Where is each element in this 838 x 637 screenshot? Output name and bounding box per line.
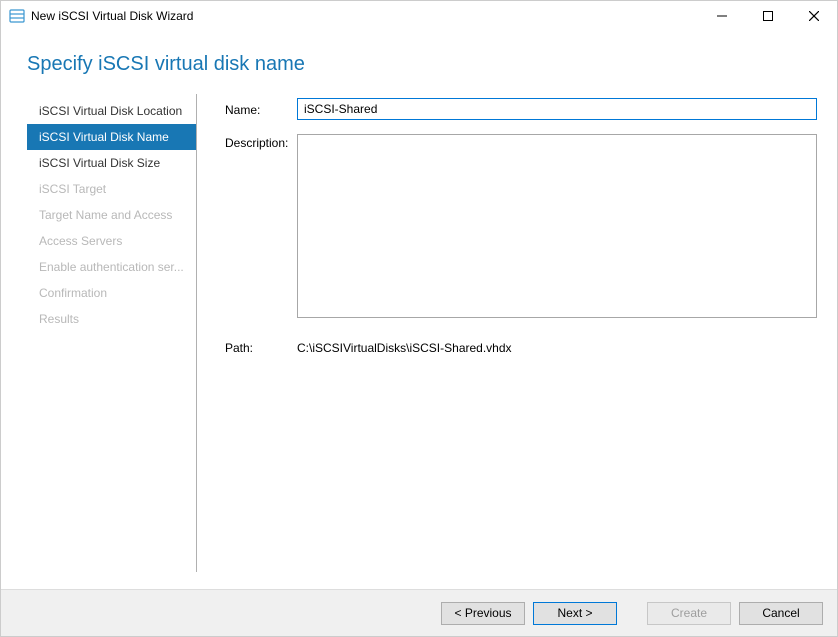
window-title: New iSCSI Virtual Disk Wizard: [31, 9, 193, 23]
minimize-button[interactable]: [699, 1, 745, 31]
form-panel: Name: Description: Path: C:\iSCSIVirtual…: [197, 94, 837, 572]
window-controls: [699, 1, 837, 31]
step-name[interactable]: iSCSI Virtual Disk Name: [27, 124, 196, 150]
row-path: Path: C:\iSCSIVirtualDisks\iSCSI-Shared.…: [225, 339, 817, 355]
step-access-servers: Access Servers: [27, 228, 196, 254]
previous-button[interactable]: < Previous: [441, 602, 525, 625]
step-size[interactable]: iSCSI Virtual Disk Size: [27, 150, 196, 176]
path-value: C:\iSCSIVirtualDisks\iSCSI-Shared.vhdx: [297, 339, 817, 355]
step-confirmation: Confirmation: [27, 280, 196, 306]
close-button[interactable]: [791, 1, 837, 31]
next-button[interactable]: Next >: [533, 602, 617, 625]
create-button: Create: [647, 602, 731, 625]
footer-bar: < Previous Next > Create Cancel: [1, 589, 837, 636]
row-description: Description:: [225, 134, 817, 321]
path-label: Path:: [225, 339, 297, 355]
app-icon: [9, 8, 25, 24]
name-input[interactable]: [297, 98, 817, 120]
content-area: iSCSI Virtual Disk Location iSCSI Virtua…: [1, 94, 837, 572]
step-results: Results: [27, 306, 196, 332]
step-target-name: Target Name and Access: [27, 202, 196, 228]
titlebar: New iSCSI Virtual Disk Wizard: [1, 1, 837, 31]
step-auth: Enable authentication ser...: [27, 254, 196, 280]
description-textarea[interactable]: [297, 134, 817, 318]
step-location[interactable]: iSCSI Virtual Disk Location: [27, 98, 196, 124]
wizard-steps-sidebar: iSCSI Virtual Disk Location iSCSI Virtua…: [27, 94, 197, 572]
cancel-button[interactable]: Cancel: [739, 602, 823, 625]
name-label: Name:: [225, 101, 297, 117]
row-name: Name:: [225, 98, 817, 120]
maximize-button[interactable]: [745, 1, 791, 31]
step-target: iSCSI Target: [27, 176, 196, 202]
page-title: Specify iSCSI virtual disk name: [1, 31, 837, 94]
description-label: Description:: [225, 134, 297, 150]
